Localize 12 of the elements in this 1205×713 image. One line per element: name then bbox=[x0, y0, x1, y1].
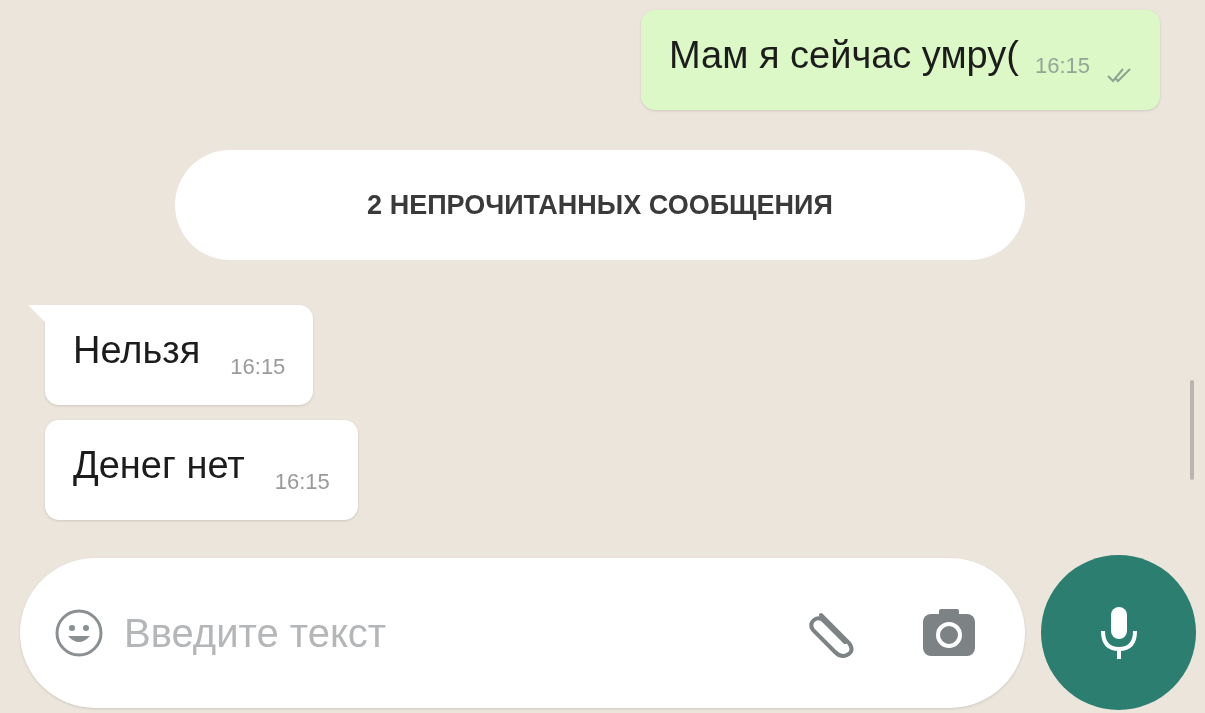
message-text: Нельзя bbox=[73, 328, 201, 373]
unread-banner: 2 НЕПРОЧИТАННЫХ СООБЩЕНИЯ bbox=[175, 150, 1025, 260]
text-input[interactable]: Введите текст bbox=[124, 602, 781, 663]
message-text: Мам я сейчас умру( bbox=[669, 33, 1019, 78]
message-time: 16:15 bbox=[230, 353, 286, 381]
camera-icon[interactable] bbox=[921, 607, 977, 658]
emoji-icon[interactable] bbox=[54, 607, 104, 658]
message-time: 16:15 bbox=[1034, 52, 1090, 80]
message-time: 16:15 bbox=[274, 468, 330, 496]
scrollbar[interactable] bbox=[1190, 380, 1194, 480]
message-text: Денег нет bbox=[73, 443, 245, 488]
message-input[interactable]: Введите текст bbox=[20, 557, 1025, 708]
